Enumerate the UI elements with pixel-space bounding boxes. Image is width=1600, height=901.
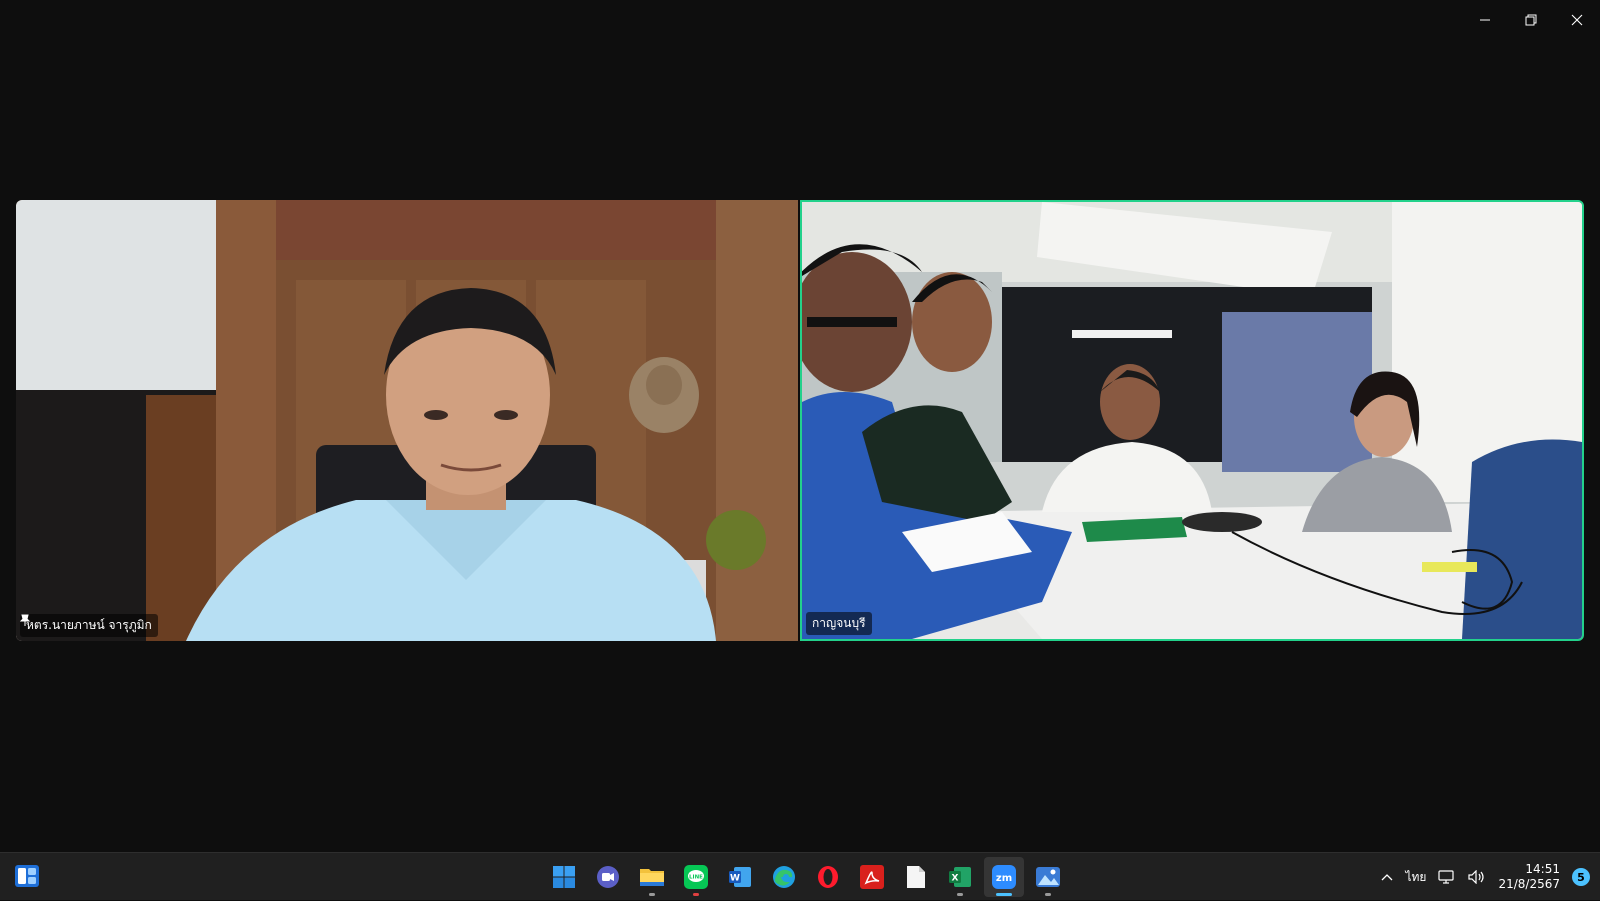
line-app-icon: LINE bbox=[684, 865, 708, 889]
restore-button[interactable] bbox=[1508, 0, 1554, 40]
start-button[interactable] bbox=[544, 857, 584, 897]
system-tray: ไทย 14:51 21/8/2567 5 bbox=[1381, 853, 1600, 901]
volume-button[interactable] bbox=[1468, 870, 1486, 884]
clock-time: 14:51 bbox=[1525, 862, 1560, 876]
taskbar-app-teams[interactable] bbox=[588, 857, 628, 897]
taskbar-app-file-explorer[interactable] bbox=[632, 857, 672, 897]
svg-text:LINE: LINE bbox=[689, 875, 703, 881]
excel-icon: X bbox=[949, 867, 971, 887]
close-icon bbox=[1571, 14, 1583, 26]
zoom-icon: zm bbox=[992, 865, 1016, 889]
taskbar-app-acrobat[interactable] bbox=[852, 857, 892, 897]
running-indicator bbox=[1045, 893, 1051, 896]
svg-text:W: W bbox=[730, 874, 740, 884]
restore-icon bbox=[1525, 14, 1537, 26]
taskbar-app-line[interactable]: LINE bbox=[676, 857, 716, 897]
running-indicator bbox=[693, 893, 699, 896]
video-tile-right[interactable]: กาญจนบุรี bbox=[800, 200, 1584, 641]
notification-badge[interactable]: 5 bbox=[1572, 868, 1590, 886]
video-tile-left[interactable]: หตร.นายภาษน์ จารุภูมิก bbox=[16, 200, 798, 641]
taskbar-app-edge[interactable] bbox=[764, 857, 804, 897]
close-button[interactable] bbox=[1554, 0, 1600, 40]
widgets-button[interactable] bbox=[14, 863, 42, 891]
running-indicator bbox=[957, 893, 963, 896]
taskbar: LINE W X zm ไทย 14:51 21/8/2567 5 bbox=[0, 852, 1600, 900]
taskbar-app-opera[interactable] bbox=[808, 857, 848, 897]
running-indicator bbox=[649, 893, 655, 896]
taskbar-apps: LINE W X zm bbox=[544, 857, 1068, 897]
participant-name-tag: หตร.นายภาษน์ จารุภูมิก bbox=[20, 614, 158, 637]
word-icon: W bbox=[729, 867, 751, 887]
participant-name-tag: กาญจนบุรี bbox=[806, 612, 872, 635]
widgets-icon bbox=[15, 865, 39, 887]
svg-text:X: X bbox=[952, 874, 959, 884]
participant-name: กาญจนบุรี bbox=[812, 616, 866, 630]
opera-icon bbox=[818, 866, 838, 888]
speaker-icon bbox=[1468, 870, 1485, 884]
participant-video-right bbox=[802, 202, 1582, 639]
taskbar-app-word[interactable]: W bbox=[720, 857, 760, 897]
folder-icon bbox=[640, 869, 664, 886]
network-button[interactable] bbox=[1438, 870, 1456, 884]
pdf-icon bbox=[860, 865, 884, 889]
pin-icon bbox=[20, 614, 31, 626]
document-icon bbox=[907, 866, 925, 888]
taskbar-app-photos[interactable] bbox=[1028, 857, 1068, 897]
clock-date: 21/8/2567 bbox=[1498, 877, 1560, 891]
photos-icon bbox=[1036, 867, 1060, 887]
edge-icon bbox=[773, 866, 795, 888]
svg-text:zm: zm bbox=[996, 873, 1012, 884]
window-controls bbox=[1462, 0, 1600, 40]
meet-icon bbox=[597, 866, 619, 888]
taskbar-app-zoom[interactable]: zm bbox=[984, 857, 1024, 897]
input-language[interactable]: ไทย bbox=[1405, 868, 1426, 887]
minimize-button[interactable] bbox=[1462, 0, 1508, 40]
chevron-up-icon bbox=[1382, 874, 1393, 881]
show-hidden-icons-button[interactable] bbox=[1381, 873, 1393, 881]
participant-video-left bbox=[16, 200, 798, 641]
minimize-icon bbox=[1480, 19, 1490, 21]
clock-button[interactable]: 14:51 21/8/2567 bbox=[1498, 862, 1560, 892]
taskbar-app-notepad[interactable] bbox=[896, 857, 936, 897]
network-icon bbox=[1438, 870, 1455, 884]
windows-start-icon bbox=[553, 866, 575, 888]
taskbar-app-excel[interactable]: X bbox=[940, 857, 980, 897]
running-indicator bbox=[996, 893, 1012, 896]
